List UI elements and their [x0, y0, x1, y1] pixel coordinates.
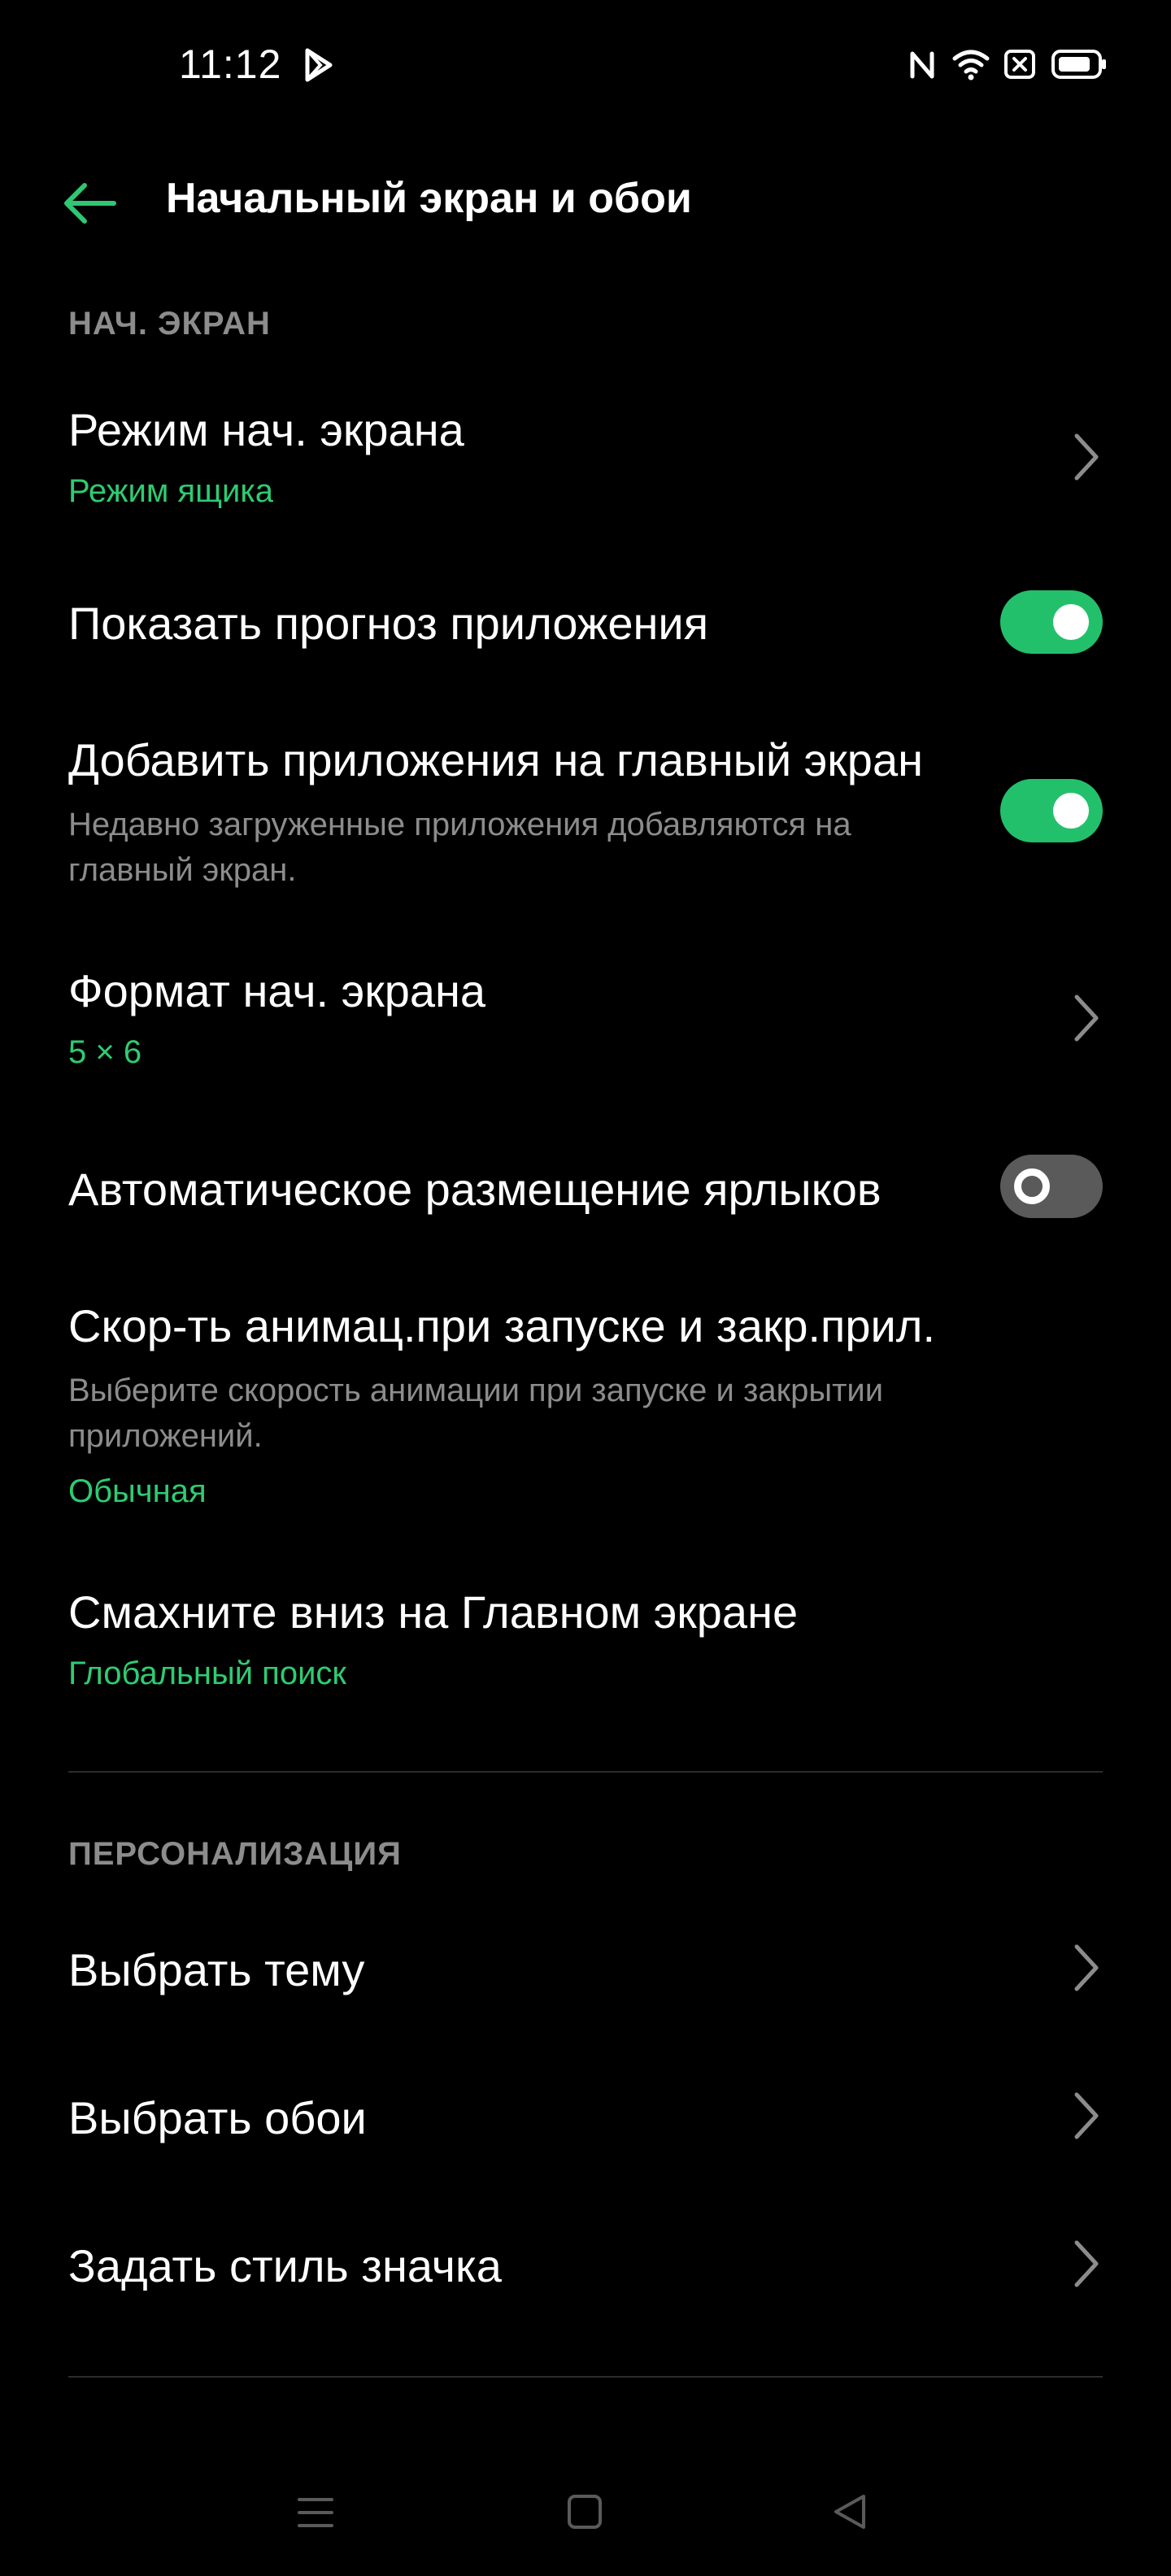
play-store-notification-icon: [305, 48, 333, 82]
row-title: Добавить приложения на главный экран: [68, 734, 924, 785]
divider: [68, 2376, 1103, 2378]
row-title: Выбрать обои: [68, 2092, 367, 2143]
row-title: Смахните вниз на Главном экране: [68, 1586, 799, 1638]
back-icon[interactable]: [831, 2491, 868, 2532]
show-app-suggestions-row[interactable]: Показать прогноз приложения: [0, 569, 1171, 675]
nfc-icon: [910, 51, 934, 79]
menu-icon[interactable]: [296, 2495, 335, 2530]
row-title: Показать прогноз приложения: [68, 598, 709, 649]
chevron-right-icon: [1074, 433, 1099, 481]
battery-icon: [1051, 50, 1106, 79]
toggle-knob: [1053, 793, 1089, 829]
swipe-down-home-row[interactable]: Смахните вниз на Главном экране Глобальн…: [0, 1577, 1171, 1708]
row-description: Выберите скорость анимации при запуске и…: [68, 1373, 884, 1454]
animation-speed-row[interactable]: Скор-ть анимац.при запуске и закр.прил. …: [0, 1285, 1171, 1521]
page-title: Начальный экран и обои: [166, 175, 692, 222]
home-screen-mode-row[interactable]: Режим нач. экрана Режим ящика: [0, 382, 1171, 537]
chevron-right-icon: [1074, 2240, 1099, 2287]
chevron-right-icon: [1074, 1944, 1099, 1991]
row-value: 5 × 6: [68, 1034, 142, 1070]
status-time: 11:12: [179, 41, 282, 87]
show-app-suggestions-toggle[interactable]: [1000, 590, 1103, 654]
row-title: Выбрать тему: [68, 1944, 365, 1995]
row-title: Скор-ть анимац.при запуске и закр.прил.: [68, 1300, 936, 1351]
add-apps-home-row[interactable]: Добавить приложения на главный экран Нед…: [0, 724, 1171, 903]
section-header-home: НАЧ. ЭКРАН: [68, 306, 271, 342]
row-title: Задать стиль значка: [68, 2240, 502, 2291]
choose-theme-row[interactable]: Выбрать тему: [0, 1903, 1171, 2033]
home-screen-layout-row[interactable]: Формат нач. экрана 5 × 6: [0, 943, 1171, 1098]
auto-arrange-shortcuts-toggle[interactable]: [1000, 1155, 1103, 1218]
chevron-right-icon: [1074, 2092, 1099, 2139]
row-value: Глобальный поиск: [68, 1656, 346, 1691]
row-title: Формат нач. экрана: [68, 965, 486, 1016]
row-value: Обычная: [68, 1473, 207, 1509]
row-title: Режим нач. экрана: [68, 404, 464, 455]
choose-wallpaper-row[interactable]: Выбрать обои: [0, 2051, 1171, 2181]
sim-off-icon: [1004, 50, 1035, 79]
section-header-personalization: ПЕРСОНАЛИЗАЦИЯ: [68, 1836, 402, 1872]
row-value: Режим ящика: [68, 473, 273, 509]
home-icon[interactable]: [566, 2493, 603, 2530]
divider: [68, 1771, 1103, 1773]
toggle-knob: [1014, 1168, 1050, 1204]
row-title: Автоматическое размещение ярлыков: [68, 1164, 882, 1215]
wifi-icon: [952, 50, 990, 80]
back-arrow-icon[interactable]: [57, 171, 122, 236]
icon-style-row[interactable]: Задать стиль значка: [0, 2199, 1171, 2329]
auto-arrange-shortcuts-row[interactable]: Автоматическое размещение ярлыков: [0, 1130, 1171, 1244]
toggle-knob: [1053, 604, 1089, 640]
chevron-right-icon: [1074, 994, 1099, 1042]
row-description: Недавно загруженные приложения добавляют…: [68, 807, 851, 888]
add-apps-home-toggle[interactable]: [1000, 779, 1103, 842]
status-bar: 11:12: [0, 0, 1171, 130]
